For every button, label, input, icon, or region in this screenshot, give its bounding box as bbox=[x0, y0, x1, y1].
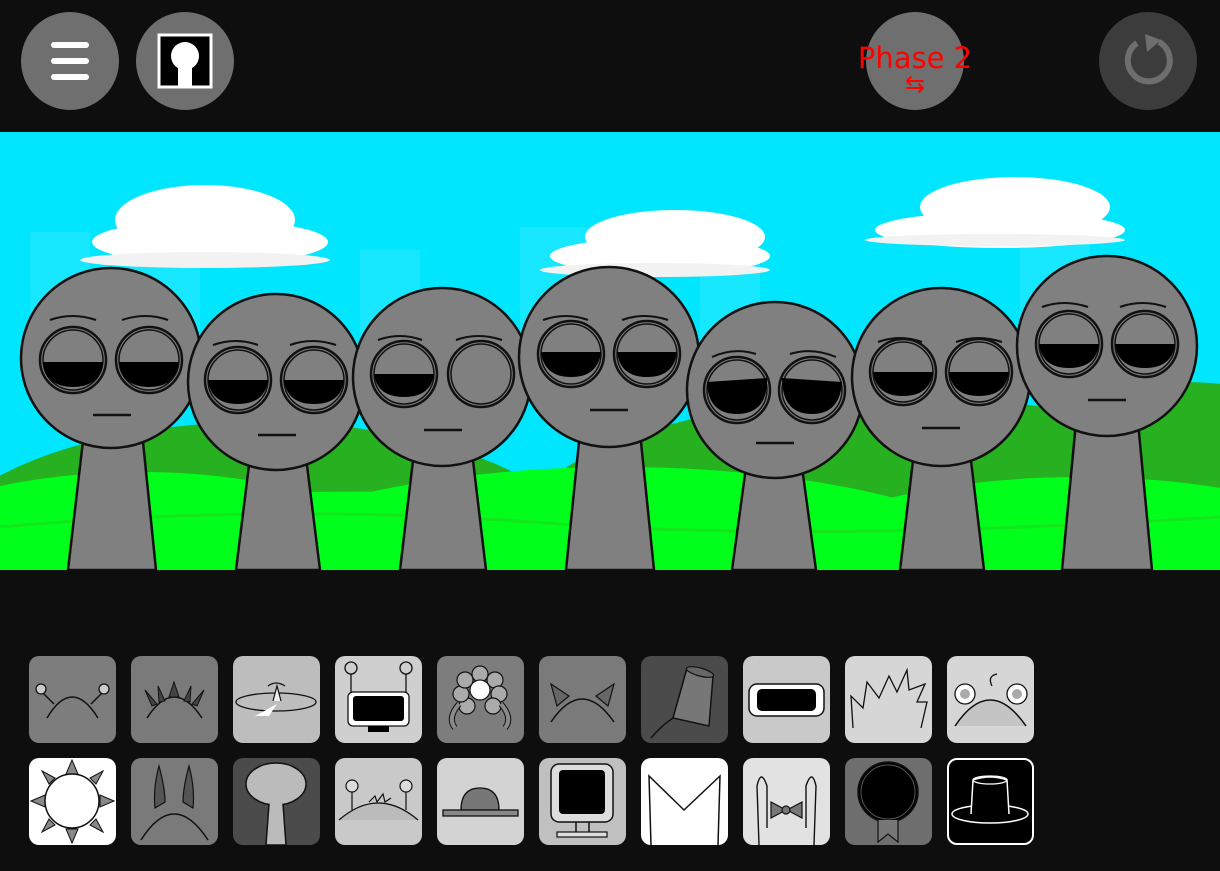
sound-slot-envelope[interactable] bbox=[641, 758, 728, 845]
sound-slot-bear-ears[interactable] bbox=[947, 656, 1034, 743]
sound-slot-antenna-balls[interactable] bbox=[29, 656, 116, 743]
hamburger-menu-icon bbox=[51, 42, 89, 48]
phase-toggle-button[interactable]: Phase 2 ⇆ bbox=[858, 12, 972, 110]
sound-slot-bowler-hat[interactable] bbox=[437, 758, 524, 845]
horns-icon bbox=[140, 763, 209, 841]
sound-slot-antenna-hair[interactable] bbox=[335, 758, 422, 845]
reset-button[interactable] bbox=[1099, 12, 1197, 110]
sound-slot-spiky-hair[interactable] bbox=[845, 656, 932, 743]
sound-slot-tree[interactable] bbox=[233, 758, 320, 845]
stage bbox=[0, 132, 1220, 570]
sound-slot-monitor[interactable] bbox=[539, 758, 626, 845]
bowler-hat-icon bbox=[442, 787, 519, 817]
spikes-icon bbox=[144, 680, 205, 719]
cat-ears-icon bbox=[549, 682, 616, 723]
tree-icon bbox=[245, 762, 307, 845]
bear-ears-icon bbox=[954, 673, 1028, 727]
sound-slot-top-hat[interactable] bbox=[947, 758, 1034, 845]
sound-slot-propeller[interactable] bbox=[233, 656, 320, 743]
visor-icon bbox=[748, 683, 825, 717]
sound-slot-spikes[interactable] bbox=[131, 656, 218, 743]
antenna-balls-icon bbox=[35, 683, 110, 719]
reset-icon bbox=[1124, 34, 1173, 85]
sound-slot-bow-tie[interactable] bbox=[743, 758, 830, 845]
spiky-hair-icon bbox=[850, 667, 928, 729]
menu-button[interactable] bbox=[21, 12, 119, 110]
sound-slot-bucket-hat[interactable] bbox=[641, 656, 728, 743]
bow-tie-icon bbox=[756, 776, 817, 845]
sound-slot-tv-head[interactable] bbox=[335, 656, 422, 743]
monitor-icon bbox=[550, 763, 614, 838]
sound-slot-horns[interactable] bbox=[131, 758, 218, 845]
top-hat-icon bbox=[951, 775, 1029, 824]
tv-head-icon bbox=[344, 661, 413, 732]
sun-icon bbox=[29, 758, 116, 845]
stage-scene bbox=[0, 132, 1220, 570]
envelope-icon bbox=[648, 774, 721, 845]
flower-icon bbox=[448, 665, 512, 730]
medal-icon bbox=[857, 761, 919, 844]
sound-slot-cat-ears[interactable] bbox=[539, 656, 626, 743]
sound-slot-medal[interactable] bbox=[845, 758, 932, 845]
bucket-hat-icon bbox=[650, 666, 715, 739]
sound-slot-sun[interactable] bbox=[29, 758, 116, 845]
sound-slot-flower[interactable] bbox=[437, 656, 524, 743]
hamburger-line bbox=[51, 74, 89, 80]
avatar-button[interactable] bbox=[136, 12, 234, 110]
swap-arrows-icon: ⇆ bbox=[904, 70, 926, 98]
antenna-hair-icon bbox=[338, 779, 419, 821]
propeller-icon bbox=[235, 682, 317, 716]
hamburger-line bbox=[51, 58, 89, 64]
sound-slot-visor[interactable] bbox=[743, 656, 830, 743]
character-silhouette-icon bbox=[157, 33, 213, 89]
